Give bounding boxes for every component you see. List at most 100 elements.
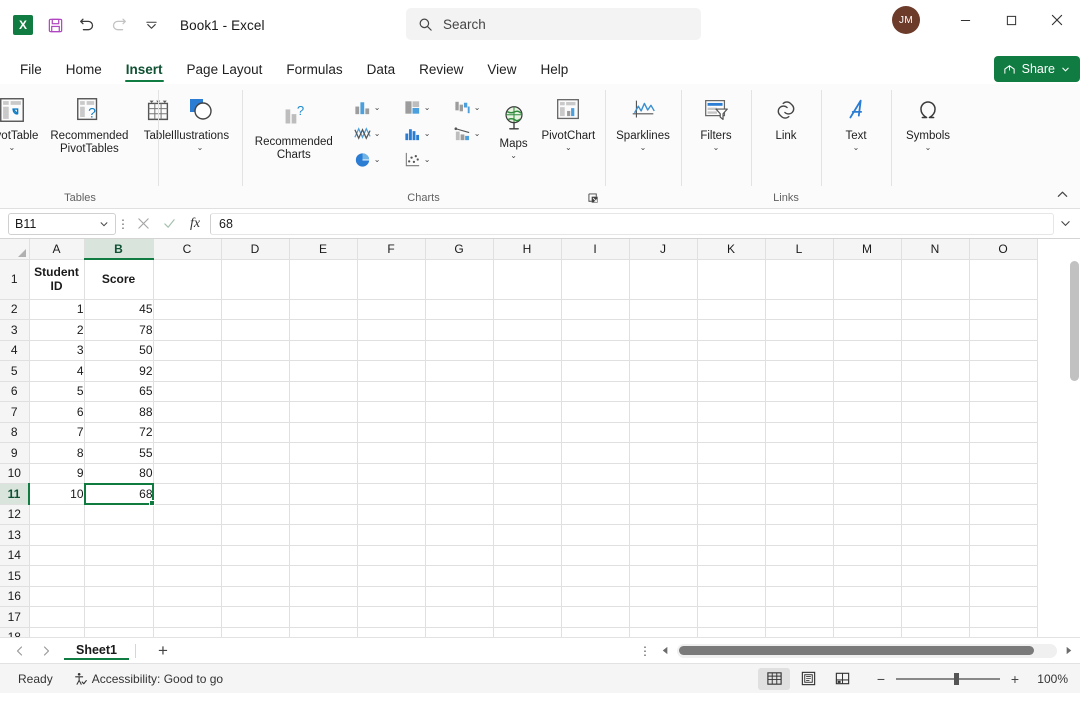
cell-k18[interactable]	[697, 627, 766, 637]
cell-o16[interactable]	[969, 586, 1038, 607]
cell-h11[interactable]	[493, 483, 562, 505]
row-header-15[interactable]: 15	[0, 565, 30, 587]
cell-m6[interactable]	[833, 381, 902, 402]
cell-o10[interactable]	[969, 463, 1038, 484]
cell-e8[interactable]	[289, 422, 358, 443]
cell-i4[interactable]	[561, 340, 630, 361]
cell-f18[interactable]	[357, 627, 426, 637]
cell-d17[interactable]	[221, 606, 290, 628]
cell-d1[interactable]	[221, 259, 290, 300]
zoom-in-button[interactable]: +	[1008, 671, 1022, 687]
cell-b3[interactable]: 78	[84, 319, 154, 341]
cell-k1[interactable]	[697, 259, 766, 300]
cell-o9[interactable]	[969, 442, 1038, 464]
cell-a1[interactable]: Student ID	[29, 259, 85, 300]
cell-m10[interactable]	[833, 463, 902, 484]
cell-a11[interactable]: 10	[29, 483, 85, 505]
save-button[interactable]	[40, 10, 70, 40]
cell-a12[interactable]	[29, 504, 85, 525]
cell-m5[interactable]	[833, 360, 902, 382]
minimize-button[interactable]	[942, 4, 988, 36]
cell-c2[interactable]	[153, 299, 222, 320]
cell-l18[interactable]	[765, 627, 834, 637]
cell-m17[interactable]	[833, 606, 902, 628]
cell-b9[interactable]: 55	[84, 442, 154, 464]
sheet-tab-sheet1[interactable]: Sheet1	[64, 641, 129, 660]
cell-i7[interactable]	[561, 401, 630, 423]
cell-k9[interactable]	[697, 442, 766, 464]
cell-m15[interactable]	[833, 565, 902, 587]
cell-g14[interactable]	[425, 545, 494, 566]
cell-d13[interactable]	[221, 524, 290, 546]
cell-j12[interactable]	[629, 504, 698, 525]
cell-j13[interactable]	[629, 524, 698, 546]
cell-h12[interactable]	[493, 504, 562, 525]
column-chart-button[interactable]: ⌄	[342, 96, 392, 119]
cell-i16[interactable]	[561, 586, 630, 607]
cell-b5[interactable]: 92	[84, 360, 154, 382]
cell-n18[interactable]	[901, 627, 970, 637]
combo-chart-button[interactable]: ⌄	[442, 122, 492, 145]
cell-e3[interactable]	[289, 319, 358, 341]
expand-formula-bar-button[interactable]	[1054, 212, 1076, 236]
horizontal-scrollbar[interactable]	[677, 643, 1057, 658]
vertical-scrollbar-thumb[interactable]	[1070, 261, 1079, 381]
cell-k7[interactable]	[697, 401, 766, 423]
cell-c15[interactable]	[153, 565, 222, 587]
cell-d9[interactable]	[221, 442, 290, 464]
undo-button[interactable]	[72, 10, 102, 40]
illustrations-button[interactable]: Illustrations ⌄	[165, 88, 235, 154]
cell-f8[interactable]	[357, 422, 426, 443]
column-header-g[interactable]: G	[425, 239, 494, 260]
cell-h10[interactable]	[493, 463, 562, 484]
cell-o3[interactable]	[969, 319, 1038, 341]
cell-f14[interactable]	[357, 545, 426, 566]
cell-n9[interactable]	[901, 442, 970, 464]
tab-review[interactable]: Review	[407, 58, 475, 84]
previous-sheet-button[interactable]	[8, 640, 32, 662]
cell-g7[interactable]	[425, 401, 494, 423]
column-header-l[interactable]: L	[765, 239, 834, 260]
cell-g10[interactable]	[425, 463, 494, 484]
cell-a13[interactable]	[29, 524, 85, 546]
cell-d5[interactable]	[221, 360, 290, 382]
close-button[interactable]	[1034, 4, 1080, 36]
cell-k10[interactable]	[697, 463, 766, 484]
cell-f17[interactable]	[357, 606, 426, 628]
cell-o13[interactable]	[969, 524, 1038, 546]
row-header-16[interactable]: 16	[0, 586, 30, 607]
row-header-6[interactable]: 6	[0, 381, 30, 402]
zoom-out-button[interactable]: −	[874, 671, 888, 687]
cell-l3[interactable]	[765, 319, 834, 341]
pie-chart-button[interactable]: ⌄	[342, 148, 392, 171]
cell-a3[interactable]: 2	[29, 319, 85, 341]
cell-o7[interactable]	[969, 401, 1038, 423]
zoom-level-label[interactable]: 100%	[1030, 672, 1072, 686]
cell-m2[interactable]	[833, 299, 902, 320]
column-header-i[interactable]: I	[561, 239, 630, 260]
cell-d3[interactable]	[221, 319, 290, 341]
cell-n13[interactable]	[901, 524, 970, 546]
row-header-12[interactable]: 12	[0, 504, 30, 525]
cell-n12[interactable]	[901, 504, 970, 525]
row-header-11[interactable]: 11	[0, 483, 30, 505]
cell-d15[interactable]	[221, 565, 290, 587]
cell-k4[interactable]	[697, 340, 766, 361]
cell-l9[interactable]	[765, 442, 834, 464]
cell-l2[interactable]	[765, 299, 834, 320]
hierarchy-chart-button[interactable]: ⌄	[392, 96, 442, 119]
normal-view-button[interactable]	[758, 667, 790, 690]
column-header-m[interactable]: M	[833, 239, 902, 260]
cell-i15[interactable]	[561, 565, 630, 587]
cell-d16[interactable]	[221, 586, 290, 607]
cell-o8[interactable]	[969, 422, 1038, 443]
cell-k14[interactable]	[697, 545, 766, 566]
cell-e18[interactable]	[289, 627, 358, 637]
cell-l14[interactable]	[765, 545, 834, 566]
cell-c11[interactable]	[153, 483, 222, 505]
formula-bar-separator[interactable]: ⋮	[116, 217, 130, 231]
cell-c10[interactable]	[153, 463, 222, 484]
page-break-view-button[interactable]	[826, 668, 858, 690]
scatter-chart-button[interactable]: ⌄	[392, 148, 442, 171]
cell-e1[interactable]	[289, 259, 358, 300]
